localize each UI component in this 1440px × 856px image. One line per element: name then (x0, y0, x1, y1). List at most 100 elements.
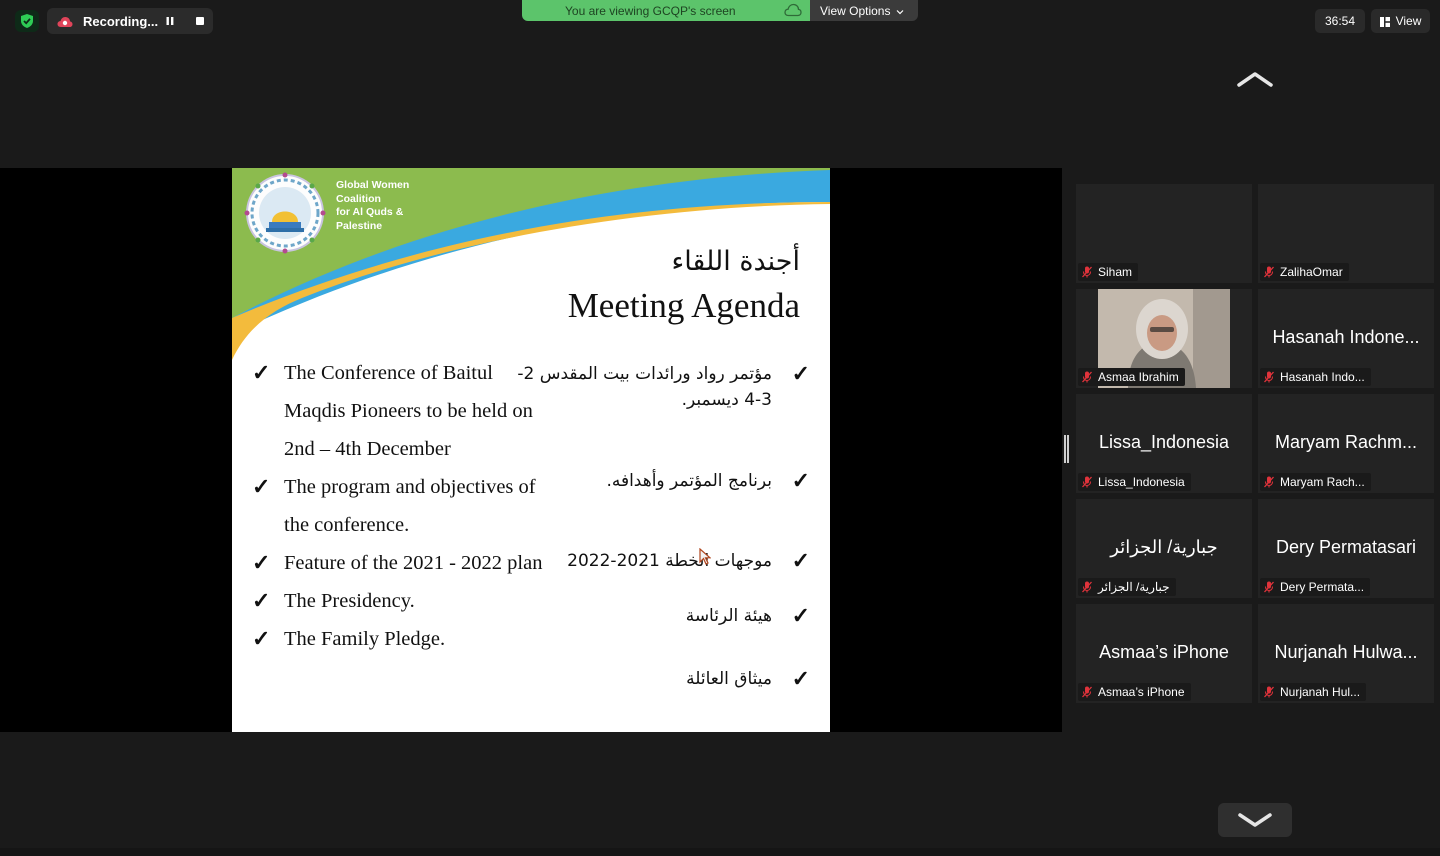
checkmark-icon: ✓ (791, 666, 810, 691)
cloud-icon (784, 3, 802, 20)
participant-display-name: جبارية/ الجزائر (1110, 537, 1218, 557)
view-options-dropdown[interactable]: View Options (810, 0, 918, 21)
checkmark-icon: ✓ (252, 550, 271, 575)
muted-mic-icon (1082, 266, 1092, 278)
org-name-line: Palestine (336, 219, 383, 232)
participant-name: Siham (1098, 265, 1133, 279)
scroll-down-button[interactable] (1218, 803, 1292, 837)
checkmark-icon: ✓ (252, 474, 271, 499)
org-name-line: Coalition (336, 192, 381, 205)
chevron-up-icon (1237, 72, 1273, 87)
participant-tile[interactable]: Nurjanah Hulwa... Nurjanah Hul... (1258, 604, 1434, 703)
checkmark-icon: ✓ (791, 361, 810, 386)
screen-share-banner-text: You are viewing GCQP's screen (565, 3, 736, 18)
cloud-recording-icon (57, 15, 73, 27)
checkmark-icon: ✓ (252, 588, 271, 613)
muted-mic-icon (1264, 476, 1274, 488)
agenda-item-text: مؤتمر رواد ورائدات بيت المقدس 2-3-4 ديسم… (517, 364, 772, 410)
agenda-item-text: The Family Pledge. (284, 628, 446, 650)
meeting-timer: 36:54 (1315, 9, 1365, 33)
checkmark-icon: ✓ (791, 468, 810, 493)
chevron-down-icon (896, 4, 904, 18)
muted-mic-icon (1264, 371, 1274, 383)
agenda-item-text: ميثاق العائلة (686, 669, 772, 689)
participant-display-name: Hasanah Indone... (1272, 327, 1420, 347)
agenda-item-english: ✓ Feature of the 2021 - 2022 plan (252, 544, 552, 582)
participant-name-tag: جبارية/ الجزائر (1078, 578, 1176, 596)
agenda-item-text: موجهات الخطة 2021-2022 (567, 551, 772, 571)
agenda-item-arabic: ✓ هيئة الرئاسة (512, 603, 810, 629)
org-name-line: for Al Quds & (336, 206, 404, 218)
agenda-item-arabic: ✓ مؤتمر رواد ورائدات بيت المقدس 2-3-4 دي… (512, 361, 810, 413)
participant-name-tag: Hasanah Indo... (1260, 368, 1371, 386)
participant-name-tag: Nurjanah Hul... (1260, 683, 1367, 701)
participant-tile[interactable]: ZalihaOmar (1258, 184, 1434, 283)
participant-name: Hasanah Indo... (1280, 370, 1365, 384)
muted-mic-icon (1082, 581, 1092, 593)
agenda-list-english: ✓ The Conference of Baitul Maqdis Pionee… (252, 354, 552, 658)
slide-title-english: Meeting Agenda (567, 286, 800, 325)
muted-mic-icon (1082, 371, 1092, 383)
checkmark-icon: ✓ (252, 360, 271, 385)
participant-tile[interactable]: Hasanah Indone... Hasanah Indo... (1258, 289, 1434, 388)
mouse-pointer-icon (699, 548, 711, 565)
agenda-item-english: ✓ The Family Pledge. (252, 620, 552, 658)
agenda-item-text: The Conference of Baitul Maqdis Pioneers… (284, 362, 533, 460)
participant-tile[interactable]: Dery Permatasari Dery Permata... (1258, 499, 1434, 598)
participant-display-name: Maryam Rachm... (1274, 432, 1418, 452)
agenda-item-english: ✓ The Presidency. (252, 582, 552, 620)
participant-display-name: Nurjanah Hulwa... (1274, 642, 1418, 662)
participant-name: Lissa_Indonesia (1098, 475, 1185, 489)
agenda-item-text: The program and objectives of the confer… (284, 476, 536, 536)
participant-tile[interactable]: Asmaa’s iPhone Asmaa’s iPhone (1076, 604, 1252, 703)
slide-title-arabic: أجندة اللقاء (671, 246, 801, 277)
participant-name-tag: Maryam Rach... (1260, 473, 1371, 491)
scroll-up-button[interactable] (1230, 66, 1280, 96)
muted-mic-icon (1264, 686, 1274, 698)
agenda-item-arabic: ✓ برنامج المؤتمر وأهدافه. (512, 468, 810, 494)
participant-name: Asmaa’s iPhone (1098, 685, 1185, 699)
participant-display-name: Asmaa’s iPhone (1099, 642, 1229, 662)
muted-mic-icon (1082, 686, 1092, 698)
participant-tile[interactable]: جبارية/ الجزائر جبارية/ الجزائر (1076, 499, 1252, 598)
muted-mic-icon (1082, 476, 1092, 488)
participant-display-name: Dery Permatasari (1275, 537, 1417, 557)
agenda-item-english: ✓ The Conference of Baitul Maqdis Pionee… (252, 354, 552, 468)
participant-name: Nurjanah Hul... (1280, 685, 1361, 699)
recording-indicator: Recording... (47, 8, 213, 34)
participant-tile[interactable]: Siham (1076, 184, 1252, 283)
presentation-slide: Global Women Coalition for Al Quds & Pal… (232, 168, 830, 732)
meeting-top-bar: Recording... You are viewing GCQP's scre… (0, 0, 1440, 44)
agenda-item-text: هيئة الرئاسة (685, 606, 772, 626)
stop-recording-button[interactable] (191, 12, 209, 30)
participant-tile[interactable]: Asmaa Ibrahim (1076, 289, 1252, 388)
panel-resize-handle[interactable] (1064, 435, 1069, 463)
participant-name: Dery Permata... (1280, 580, 1365, 594)
participant-display-name: Lissa_Indonesia (1098, 432, 1230, 452)
pause-recording-button[interactable] (161, 12, 179, 30)
checkmark-icon: ✓ (791, 548, 810, 573)
recording-label: Recording... (83, 13, 159, 29)
participant-name-tag: Asmaa Ibrahim (1078, 368, 1185, 386)
participant-name: جبارية/ الجزائر (1098, 580, 1170, 594)
grid-view-icon (1379, 16, 1390, 27)
agenda-item-text: برنامج المؤتمر وأهدافه. (606, 471, 772, 491)
organization-name: Global Women Coalition for Al Quds & Pal… (336, 179, 446, 233)
muted-mic-icon (1264, 266, 1274, 278)
meeting-toolbar-edge (0, 848, 1440, 856)
checkmark-icon: ✓ (791, 603, 810, 628)
security-shield-icon[interactable] (15, 10, 39, 32)
participant-name-tag: Lissa_Indonesia (1078, 473, 1191, 491)
agenda-item-arabic: ✓ ميثاق العائلة (512, 666, 810, 692)
view-button[interactable]: View (1371, 9, 1430, 33)
agenda-item-text: Feature of the 2021 - 2022 plan (284, 552, 543, 574)
participant-name-tag: ZalihaOmar (1260, 263, 1349, 281)
participant-name: Maryam Rach... (1280, 475, 1365, 489)
chevron-down-icon (1238, 813, 1272, 827)
view-options-label: View Options (820, 3, 891, 18)
participant-name-tag: Asmaa’s iPhone (1078, 683, 1191, 701)
muted-mic-icon (1264, 581, 1274, 593)
participant-tile[interactable]: Lissa_Indonesia Lissa_Indonesia (1076, 394, 1252, 493)
participant-tile[interactable]: Maryam Rachm... Maryam Rach... (1258, 394, 1434, 493)
org-name-line: Global Women (336, 179, 410, 191)
